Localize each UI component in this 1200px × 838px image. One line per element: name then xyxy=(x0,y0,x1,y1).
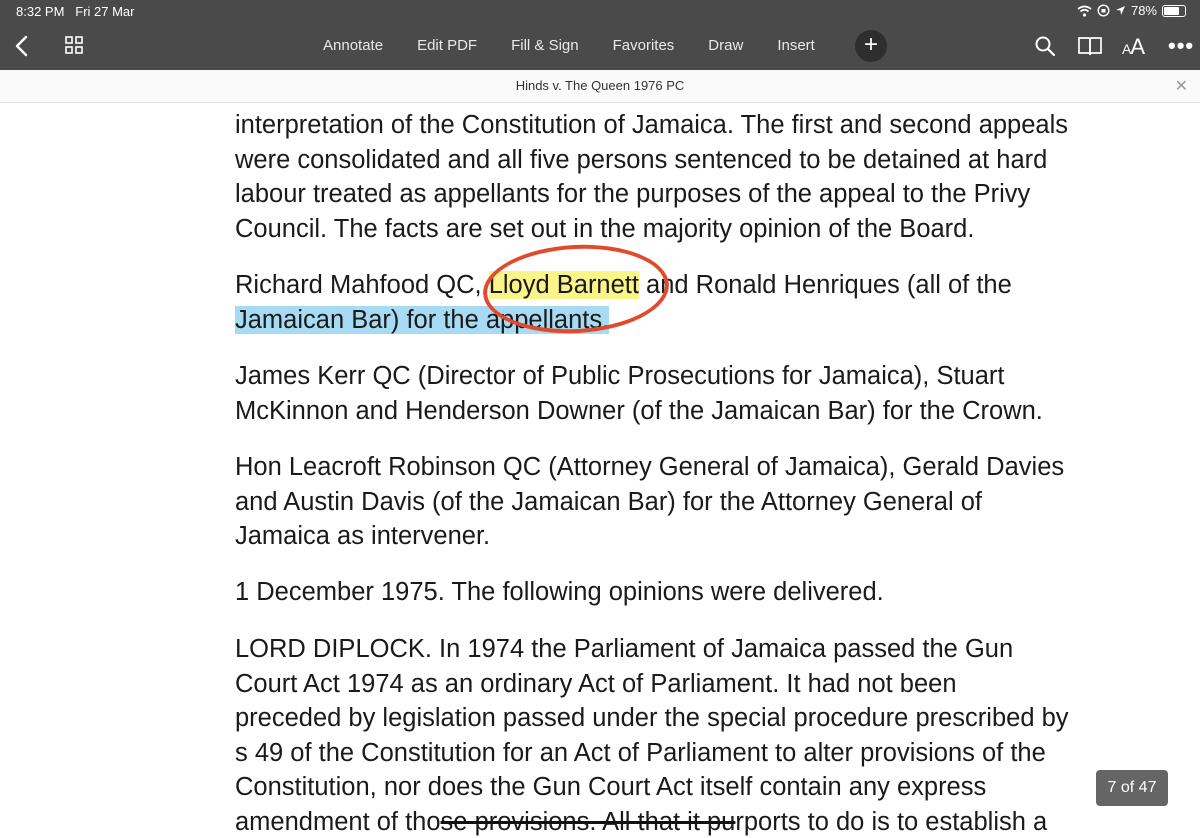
document-page: a p p g g interpretation of the Constitu… xyxy=(0,102,1200,838)
document-title: Hinds v. The Queen 1976 PC xyxy=(515,78,685,93)
text-line: s 49 of the Constitution for an Act of P… xyxy=(235,738,1046,767)
status-time: 8:32 PM xyxy=(16,4,65,19)
text-line: Court Act 1974 as an ordinary Act of Par… xyxy=(235,669,957,698)
text-line: Council. The facts are set out in the ma… xyxy=(235,214,975,243)
location-icon xyxy=(1115,6,1125,15)
more-options-icon[interactable]: ••• xyxy=(1168,33,1194,59)
text-line: amendment of tho xyxy=(235,807,441,836)
menu-annotate[interactable]: Annotate xyxy=(306,36,400,56)
battery-icon xyxy=(1162,4,1186,17)
paragraph-counsel-crown: James Kerr QC (Director of Public Prosec… xyxy=(235,359,1135,428)
text-line: Constitution, nor does the Gun Court Act… xyxy=(235,773,987,801)
text-line: and Ronald Henriques (all of the xyxy=(638,271,1012,299)
thumbnail-grid-icon[interactable] xyxy=(64,35,84,55)
paragraph-date: 1 December 1975. The following opinions … xyxy=(235,575,1135,610)
menu-insert[interactable]: Insert xyxy=(760,36,832,56)
paragraph-lord-diplock: LORD DIPLOCK. In 1974 the Parliament of … xyxy=(235,632,1135,838)
status-bar-time: 8:32 PM Fri 27 Mar xyxy=(16,4,135,19)
text-line: McKinnon and Henderson Downer (of the Ja… xyxy=(235,396,1043,425)
close-icon[interactable]: ✕ xyxy=(1175,76,1188,96)
menu-draw[interactable]: Draw xyxy=(691,36,760,56)
menu-favorites[interactable]: Favorites xyxy=(596,36,692,56)
text-line: Hon Leacroft Robinson QC (Attorney Gener… xyxy=(235,453,1065,481)
status-indicators: 78% xyxy=(1077,3,1186,18)
text-line: Jamaica as intervener. xyxy=(235,522,491,550)
battery-percent: 78% xyxy=(1130,3,1157,18)
reading-mode-book-icon[interactable] xyxy=(1078,36,1102,56)
text-line: James Kerr QC (Director of Public Prosec… xyxy=(235,362,1005,390)
paragraph-counsel-intervener: Hon Leacroft Robinson QC (Attorney Gener… xyxy=(235,450,1135,554)
document-title-bar: Hinds v. The Queen 1976 PC ✕ xyxy=(0,70,1200,103)
paragraph-background: interpretation of the Constitution of Ja… xyxy=(235,108,1135,246)
text-line: were consolidated and all five persons s… xyxy=(235,145,1048,174)
text-line: and Austin Davis (of the Jamaican Bar) f… xyxy=(235,487,982,516)
menu-fill-sign[interactable]: Fill & Sign xyxy=(494,36,596,56)
text-line: preceded by legislation passed under the… xyxy=(235,704,1069,732)
strikethrough-annotation[interactable]: se provisions. All that it pu xyxy=(441,808,736,836)
wifi-icon xyxy=(1077,5,1092,17)
page-indicator: 7 of 47 xyxy=(1096,770,1168,806)
back-chevron-icon[interactable] xyxy=(12,34,34,58)
menu-edit-pdf[interactable]: Edit PDF xyxy=(400,36,494,56)
text-size-button[interactable]: AA xyxy=(1122,34,1145,60)
orientation-lock-icon xyxy=(1097,4,1110,17)
status-date: Fri 27 Mar xyxy=(75,4,135,19)
text-line: 1 December 1975. The following opinions … xyxy=(235,578,884,606)
text-line: Richard Mahfood QC, xyxy=(235,271,489,299)
text-line: labour treated as appellants for the pur… xyxy=(235,180,1031,208)
toolbar-menu: Annotate Edit PDF Fill & Sign Favorites … xyxy=(306,36,832,56)
add-button[interactable]: + xyxy=(855,30,887,62)
text-line: interpretation of the Constitution of Ja… xyxy=(235,111,1069,139)
text-line: rports to do is to establish a xyxy=(735,807,1048,836)
search-icon[interactable] xyxy=(1034,35,1056,57)
app-toolbar: 8:32 PM Fri 27 Mar 78% Annotate Edit PDF… xyxy=(0,0,1200,70)
paragraph-counsel-appellants: Richard Mahfood QC, Lloyd Barnett and Ro… xyxy=(235,268,1135,337)
text-line: LORD DIPLOCK. In 1974 the Parliament of … xyxy=(235,635,1014,663)
